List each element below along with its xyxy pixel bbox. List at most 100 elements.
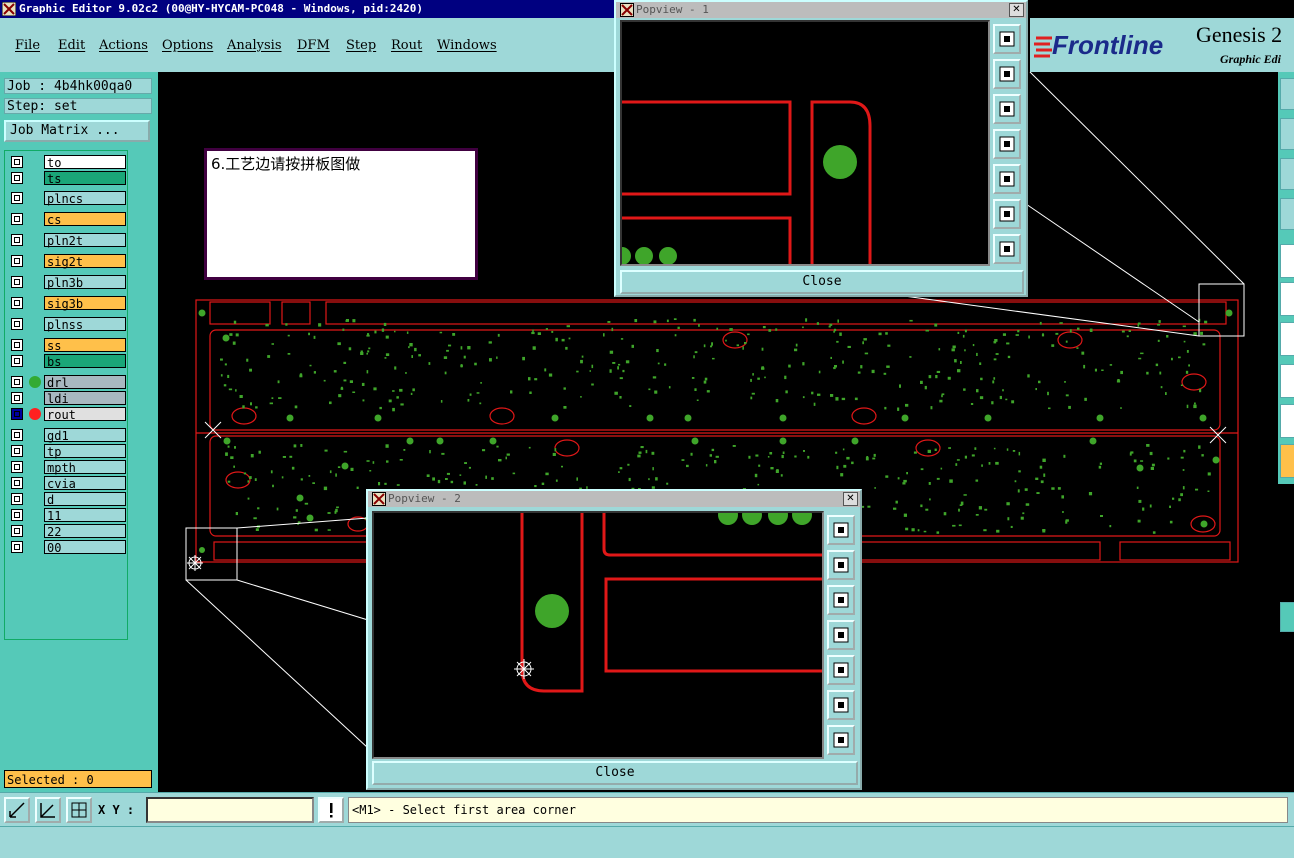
center-icon[interactable] [993,234,1021,264]
layer-checkbox[interactable] [11,255,23,267]
right-tool-1[interactable] [1280,78,1294,110]
layer-name[interactable]: 00 [44,540,126,555]
layer-name[interactable]: gd1 [44,428,126,443]
grid-icon[interactable] [66,797,92,823]
popview-1-close-icon[interactable]: ✕ [1009,3,1024,17]
layer-checkbox[interactable] [11,509,23,521]
layer-checkbox[interactable] [11,376,23,388]
layer-checkbox[interactable] [11,355,23,367]
menu-actions[interactable]: Actions [99,38,148,53]
zoom-home-icon[interactable] [827,550,855,580]
right-tool-7[interactable] [1280,322,1294,356]
layer-checkbox[interactable] [11,156,23,168]
layer-name[interactable]: to [44,155,126,170]
right-tool-6[interactable] [1280,282,1294,316]
pan-left-icon[interactable] [827,620,855,650]
layer-name[interactable]: sig2t [44,254,126,269]
measure-icon[interactable] [35,797,61,823]
right-tool-3[interactable] [1280,158,1294,190]
layer-checkbox[interactable] [11,392,23,404]
layer-checkbox[interactable] [11,429,23,441]
layer-checkbox[interactable] [11,172,23,184]
menu-analysis[interactable]: Analysis [227,38,282,53]
alert-icon[interactable] [318,797,344,823]
menu-windows[interactable]: Windows [437,38,497,53]
layer-row-mpth[interactable]: mpth [9,460,126,475]
layer-checkbox[interactable] [11,445,23,457]
layer-row-plnss[interactable]: plnss [9,317,126,332]
layer-name[interactable]: d [44,492,126,507]
zoom-in-icon[interactable] [4,797,30,823]
layer-row-rout[interactable]: rout [9,407,126,422]
layer-checkbox[interactable] [11,318,23,330]
layer-row-11[interactable]: 11 [9,508,126,523]
layer-checkbox[interactable] [11,541,23,553]
layer-checkbox[interactable] [11,297,23,309]
layer-checkbox[interactable] [11,477,23,489]
right-tool-2[interactable] [1280,118,1294,150]
right-tool-5[interactable] [1280,244,1294,278]
layer-name[interactable]: mpth [44,460,126,475]
menu-rout[interactable]: Rout [391,38,422,53]
layer-checkbox[interactable] [11,213,23,225]
menu-file[interactable]: File [15,38,40,53]
layer-row-ts[interactable]: ts [9,171,126,186]
layer-name[interactable]: cvia [44,476,126,491]
layer-row-cvia[interactable]: cvia [9,476,126,491]
layer-row-plncs[interactable]: plncs [9,191,126,206]
popview-2-close-icon[interactable]: ✕ [843,492,858,506]
app-icon[interactable] [1,1,17,17]
zoom-down-icon[interactable] [827,585,855,615]
layer-row-d[interactable]: d [9,492,126,507]
menu-options[interactable]: Options [162,38,213,53]
window-restore-icon[interactable] [993,24,1021,54]
popview-2-close-button[interactable]: Close [372,761,858,785]
layer-row-ldi[interactable]: ldi [9,391,126,406]
layer-row-drl[interactable]: drl [9,375,126,390]
fit-window-icon[interactable] [827,690,855,720]
layer-name[interactable]: sig3b [44,296,126,311]
layer-row-gd1[interactable]: gd1 [9,428,126,443]
layer-row-ss[interactable]: ss [9,338,126,353]
right-tool-9[interactable] [1280,404,1294,438]
layer-name[interactable]: cs [44,212,126,227]
layer-name[interactable]: pln2t [44,233,126,248]
pan-right-icon[interactable] [827,655,855,685]
popview-1-view[interactable] [613,20,990,266]
zoom-home-icon[interactable] [993,59,1021,89]
layer-name[interactable]: bs [44,354,126,369]
layer-name[interactable]: plncs [44,191,126,206]
layer-row-22[interactable]: 22 [9,524,126,539]
layer-name[interactable]: plnss [44,317,126,332]
layer-row-bs[interactable]: bs [9,354,126,369]
fit-window-icon[interactable] [993,199,1021,229]
layer-checkbox[interactable] [11,192,23,204]
layer-row-pln3b[interactable]: pln3b [9,275,126,290]
center-icon[interactable] [827,725,855,755]
layer-row-sig2t[interactable]: sig2t [9,254,126,269]
zoom-down-icon[interactable] [993,94,1021,124]
layer-row-cs[interactable]: cs [9,212,126,227]
layer-checkbox[interactable] [11,408,23,420]
pan-left-icon[interactable] [993,129,1021,159]
popview-2-view[interactable] [372,505,824,759]
layer-name[interactable]: ldi [44,391,126,406]
popview-1-close-button[interactable]: Close [620,270,1024,294]
job-matrix-button[interactable]: Job Matrix ... [4,120,150,142]
layer-row-to[interactable]: to [9,155,126,170]
xy-input[interactable] [146,797,314,823]
layer-name[interactable]: drl [44,375,126,390]
layer-name[interactable]: rout [44,407,126,422]
layer-row-sig3b[interactable]: sig3b [9,296,126,311]
right-tool-10[interactable] [1280,444,1294,478]
window-restore-icon[interactable] [827,515,855,545]
right-tool-8[interactable] [1280,364,1294,398]
layer-name[interactable]: ss [44,338,126,353]
layer-name[interactable]: 22 [44,524,126,539]
layer-checkbox[interactable] [11,339,23,351]
menu-edit[interactable]: Edit [58,38,85,53]
layer-row-pln2t[interactable]: pln2t [9,233,126,248]
layer-name[interactable]: ts [44,171,126,186]
right-tool-4[interactable] [1280,198,1294,230]
layer-checkbox[interactable] [11,525,23,537]
